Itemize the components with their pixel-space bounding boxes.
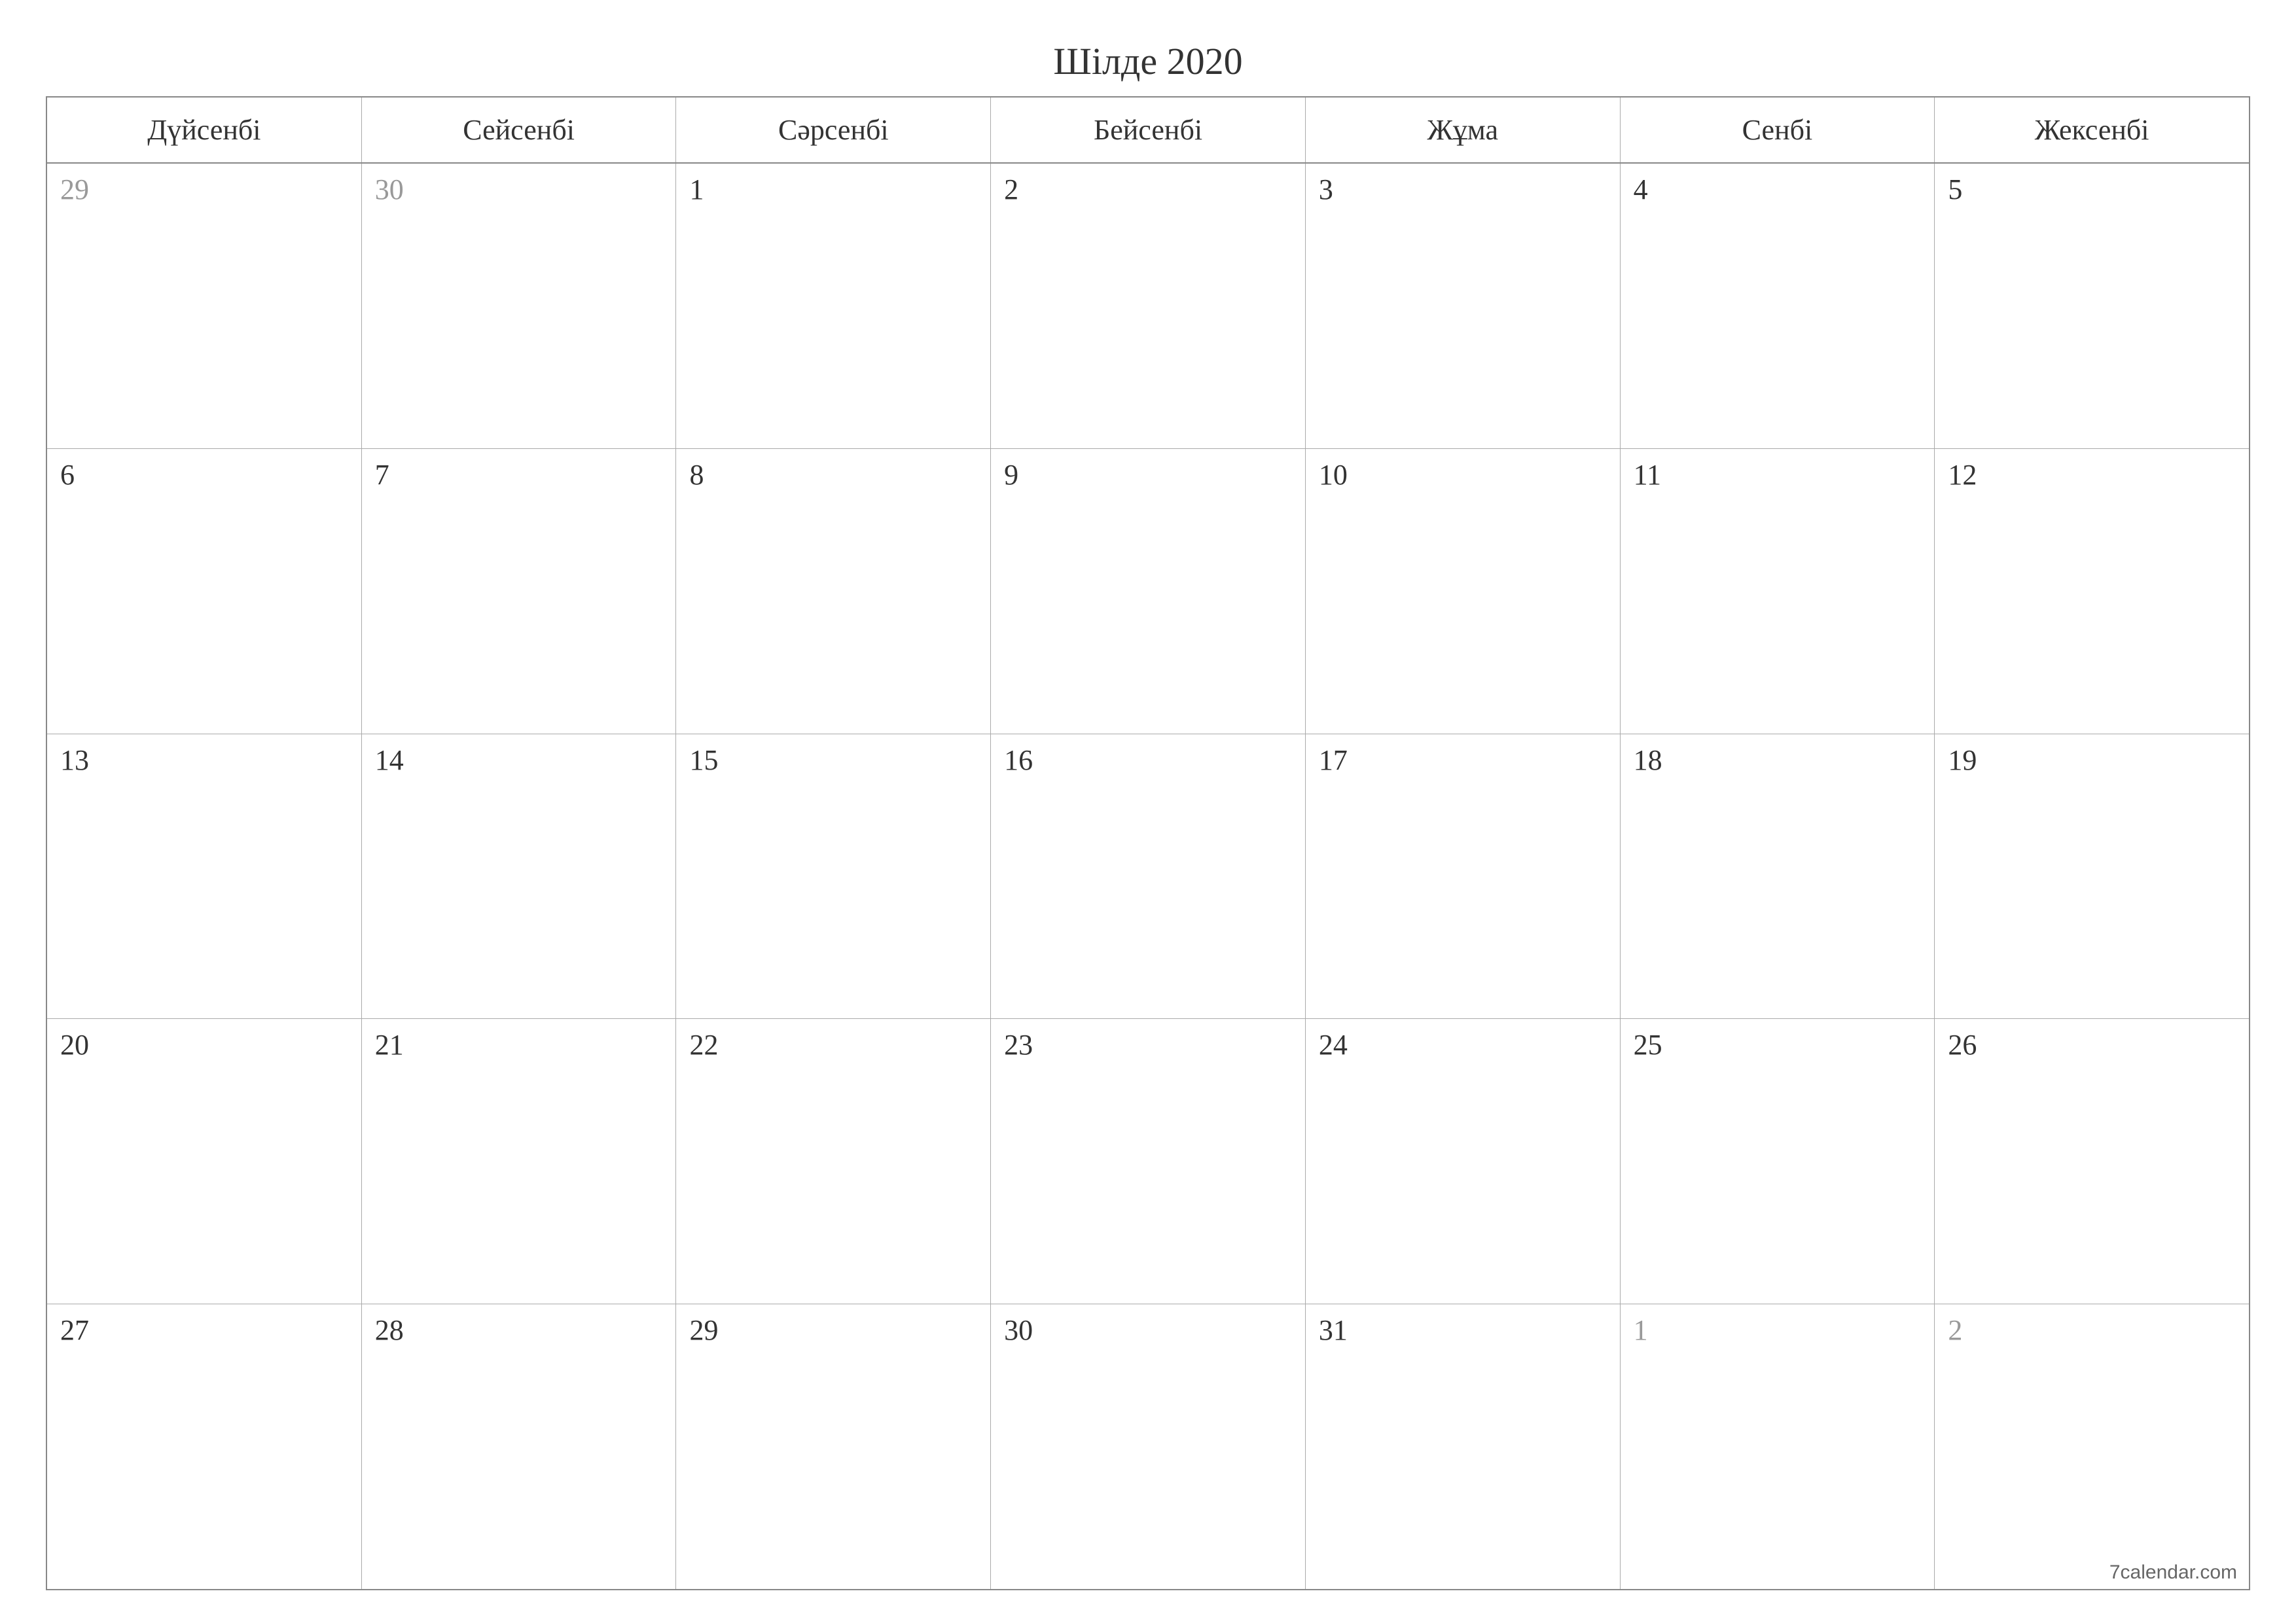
day-cell: 8 <box>676 449 991 734</box>
day-cell: 3 <box>1306 164 1621 448</box>
day-cell: 6 <box>47 449 362 734</box>
day-cell: 21 <box>362 1019 677 1304</box>
weekday-header: Сейсенбі <box>362 98 677 162</box>
week-row: 293012345 <box>47 164 2249 449</box>
calendar-grid: Дүйсенбі Сейсенбі Сәрсенбі Бейсенбі Жұма… <box>46 96 2250 1590</box>
day-cell: 17 <box>1306 734 1621 1019</box>
day-cell: 1 <box>676 164 991 448</box>
day-cell: 18 <box>1621 734 1935 1019</box>
footer-credit: 7calendar.com <box>2109 1561 2237 1584</box>
day-cell: 1 <box>1621 1304 1935 1589</box>
weekday-header: Жұма <box>1306 98 1621 162</box>
day-cell: 29 <box>676 1304 991 1589</box>
day-cell: 12 <box>1935 449 2249 734</box>
day-cell: 4 <box>1621 164 1935 448</box>
day-cell: 15 <box>676 734 991 1019</box>
weekday-header: Бейсенбі <box>991 98 1306 162</box>
calendar-title: Шілде 2020 <box>46 39 2250 83</box>
day-cell: 23 <box>991 1019 1306 1304</box>
day-cell: 31 <box>1306 1304 1621 1589</box>
weekday-header: Сәрсенбі <box>676 98 991 162</box>
weekday-header: Жексенбі <box>1935 98 2249 162</box>
day-cell: 13 <box>47 734 362 1019</box>
day-cell: 9 <box>991 449 1306 734</box>
day-cell: 30 <box>991 1304 1306 1589</box>
week-row: 6789101112 <box>47 449 2249 734</box>
week-row: 20212223242526 <box>47 1019 2249 1304</box>
day-cell: 24 <box>1306 1019 1621 1304</box>
day-cell: 11 <box>1621 449 1935 734</box>
day-cell: 7 <box>362 449 677 734</box>
day-cell: 2 <box>1935 1304 2249 1589</box>
calendar-weeks: 2930123456789101112131415161718192021222… <box>47 164 2249 1589</box>
day-cell: 27 <box>47 1304 362 1589</box>
day-cell: 2 <box>991 164 1306 448</box>
week-row: 272829303112 <box>47 1304 2249 1589</box>
day-cell: 26 <box>1935 1019 2249 1304</box>
day-cell: 25 <box>1621 1019 1935 1304</box>
day-cell: 30 <box>362 164 677 448</box>
weekday-header-row: Дүйсенбі Сейсенбі Сәрсенбі Бейсенбі Жұма… <box>47 98 2249 164</box>
day-cell: 10 <box>1306 449 1621 734</box>
week-row: 13141516171819 <box>47 734 2249 1020</box>
day-cell: 5 <box>1935 164 2249 448</box>
day-cell: 29 <box>47 164 362 448</box>
day-cell: 14 <box>362 734 677 1019</box>
day-cell: 19 <box>1935 734 2249 1019</box>
weekday-header: Сенбі <box>1621 98 1935 162</box>
day-cell: 20 <box>47 1019 362 1304</box>
day-cell: 28 <box>362 1304 677 1589</box>
day-cell: 22 <box>676 1019 991 1304</box>
day-cell: 16 <box>991 734 1306 1019</box>
weekday-header: Дүйсенбі <box>47 98 362 162</box>
